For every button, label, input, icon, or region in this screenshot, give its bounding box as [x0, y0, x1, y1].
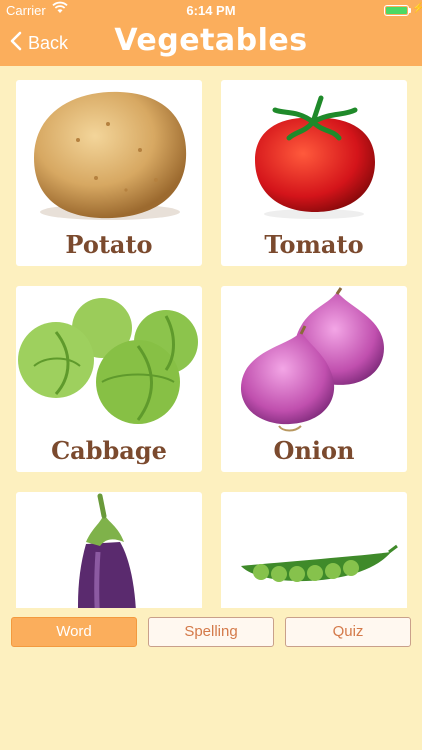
page-title: Vegetables [114, 23, 308, 58]
onion-image [240, 287, 384, 432]
item-label: Onion [273, 436, 355, 465]
charging-icon: ⚡ [412, 3, 422, 14]
battery-icon [384, 5, 409, 16]
peas-image [241, 544, 398, 582]
card-tomato[interactable]: Tomato [221, 80, 407, 266]
card-peas[interactable] [221, 492, 407, 608]
tab-word[interactable]: Word [11, 617, 137, 647]
clock-time: 6:14 PM [186, 3, 236, 18]
tab-quiz[interactable]: Quiz [285, 617, 411, 647]
potato-image [34, 91, 187, 220]
tab-spelling[interactable]: Spelling [148, 617, 274, 647]
mode-tabs: Word Spelling Quiz [0, 608, 422, 658]
card-eggplant[interactable] [16, 492, 202, 608]
vegetable-grid: Potato Tomato Cabbage Onion [0, 66, 422, 608]
card-onion[interactable]: Onion [221, 286, 407, 472]
status-bar: Carrier 6:14 PM ⚡ [0, 0, 422, 22]
item-label: Cabbage [51, 436, 167, 465]
card-potato[interactable]: Potato [16, 80, 202, 266]
item-label: Tomato [264, 230, 364, 259]
battery-tip-icon [409, 8, 411, 13]
cabbage-image [18, 298, 198, 424]
tomato-image [255, 95, 375, 219]
eggplant-image [78, 493, 136, 608]
top-bar: Carrier 6:14 PM ⚡ Back Vegetables [0, 0, 422, 66]
item-label: Potato [65, 230, 153, 259]
card-cabbage[interactable]: Cabbage [16, 286, 202, 472]
